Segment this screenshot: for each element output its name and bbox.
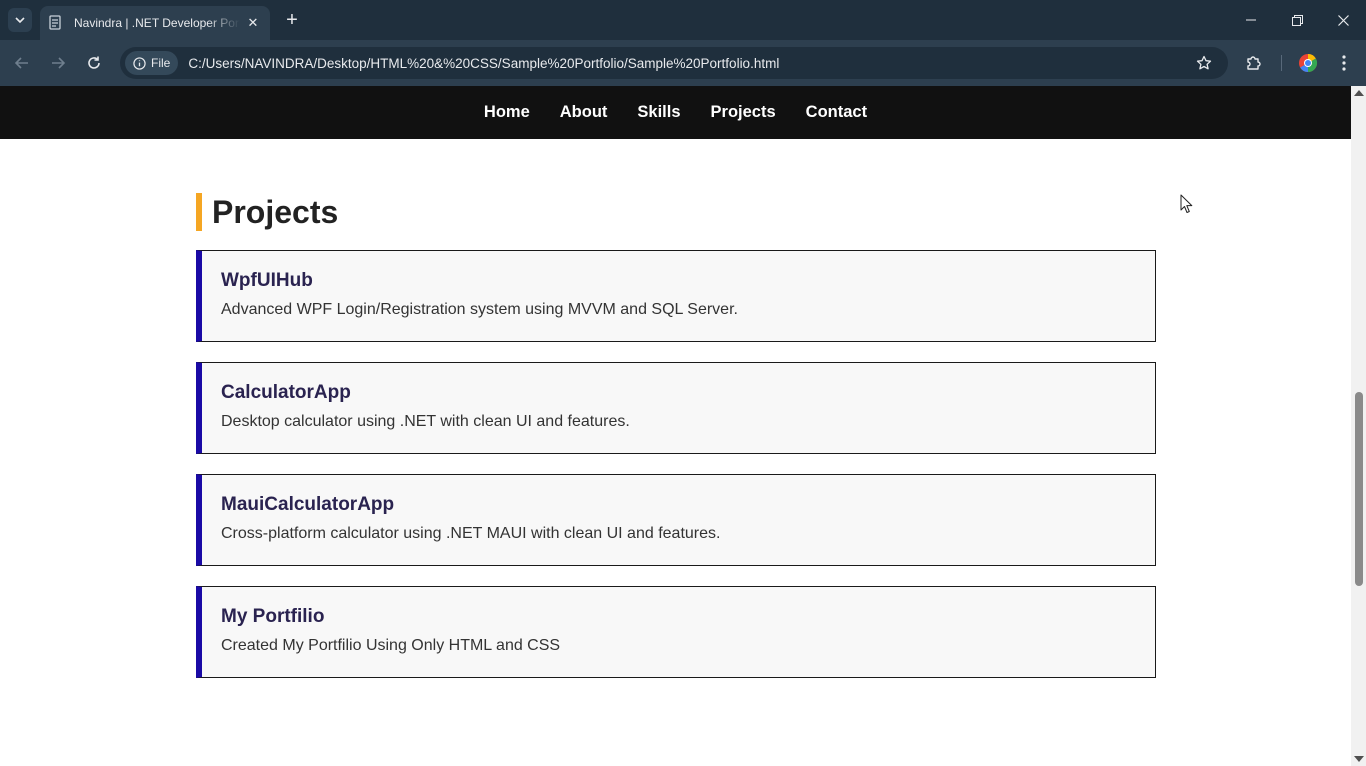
new-tab-button[interactable]: + [281, 9, 303, 31]
puzzle-icon [1247, 56, 1261, 70]
nav-link-about[interactable]: About [560, 103, 608, 122]
project-description: Created My Portfilio Using Only HTML and… [221, 637, 561, 654]
page-scrollbar[interactable] [1351, 86, 1366, 766]
minimize-button[interactable] [1228, 0, 1274, 40]
scroll-up-arrow-icon[interactable] [1354, 90, 1364, 96]
project-name: WpfUIHub [221, 270, 313, 291]
minimize-icon [1246, 19, 1256, 21]
profile-button[interactable] [1295, 50, 1321, 76]
arrow-left-icon [14, 57, 28, 69]
nav-link-contact[interactable]: Contact [806, 103, 867, 122]
info-icon [133, 56, 146, 70]
restore-button[interactable] [1274, 0, 1320, 40]
project-card: MauiCalculatorApp Cross-platform calcula… [196, 474, 1156, 566]
project-card: My Portfilio Created My Portfilio Using … [196, 586, 1156, 678]
reload-button[interactable] [81, 50, 107, 76]
forward-button[interactable] [45, 50, 71, 76]
more-vertical-icon [1342, 55, 1346, 71]
tab-search-button[interactable] [8, 8, 32, 32]
close-tab-icon[interactable]: ✕ [244, 14, 262, 32]
nav-link-skills[interactable]: Skills [637, 103, 680, 122]
restore-icon [1291, 14, 1303, 26]
section-title: Projects [196, 193, 1156, 231]
project-name: My Portfilio [221, 606, 325, 627]
profile-avatar-icon [1299, 54, 1318, 72]
toolbar-divider [1281, 55, 1282, 71]
arrow-right-icon [52, 57, 66, 69]
nav-link-projects[interactable]: Projects [711, 103, 776, 122]
tab-title: Navindra | .NET Developer Portfolio [74, 16, 240, 30]
project-card: CalculatorApp Desktop calculator using .… [196, 362, 1156, 454]
project-description: Desktop calculator using .NET with clean… [221, 413, 630, 430]
close-icon [1337, 14, 1349, 26]
site-navigation: Home About Skills Projects Contact [0, 86, 1351, 139]
scroll-down-arrow-icon[interactable] [1354, 756, 1364, 762]
browser-toolbar: File C:/Users/NAVINDRA/Desktop/HTML%20&%… [0, 40, 1366, 86]
projects-section: Projects WpfUIHub Advanced WPF Login/Reg… [196, 193, 1156, 678]
url-text[interactable]: C:/Users/NAVINDRA/Desktop/HTML%20&%20CSS… [188, 56, 779, 71]
scrollbar-thumb[interactable] [1355, 392, 1363, 586]
site-info-label: File [151, 56, 171, 70]
page-viewport: Home About Skills Projects Contact Proje… [0, 86, 1351, 766]
extensions-button[interactable] [1241, 50, 1267, 76]
back-button[interactable] [9, 50, 35, 76]
nav-link-home[interactable]: Home [484, 103, 530, 122]
bookmark-star-button[interactable] [1194, 53, 1214, 73]
chevron-down-icon [15, 17, 25, 24]
project-description: Advanced WPF Login/Registration system u… [221, 301, 738, 318]
tab-strip: Navindra | .NET Developer Portfolio ✕ + [0, 0, 1366, 40]
project-description: Cross-platform calculator using .NET MAU… [221, 525, 721, 542]
page-icon [48, 15, 64, 31]
site-info-chip[interactable]: File [125, 51, 179, 75]
close-window-button[interactable] [1320, 0, 1366, 40]
address-bar[interactable]: File C:/Users/NAVINDRA/Desktop/HTML%20&%… [120, 47, 1228, 79]
browser-tab[interactable]: Navindra | .NET Developer Portfolio ✕ [40, 6, 270, 40]
star-icon [1196, 55, 1212, 70]
project-name: MauiCalculatorApp [221, 494, 395, 515]
project-card: WpfUIHub Advanced WPF Login/Registration… [196, 250, 1156, 342]
mouse-pointer-icon [1180, 194, 1193, 213]
browser-menu-button[interactable] [1331, 50, 1357, 76]
reload-icon [88, 56, 100, 69]
project-name: CalculatorApp [221, 382, 351, 403]
